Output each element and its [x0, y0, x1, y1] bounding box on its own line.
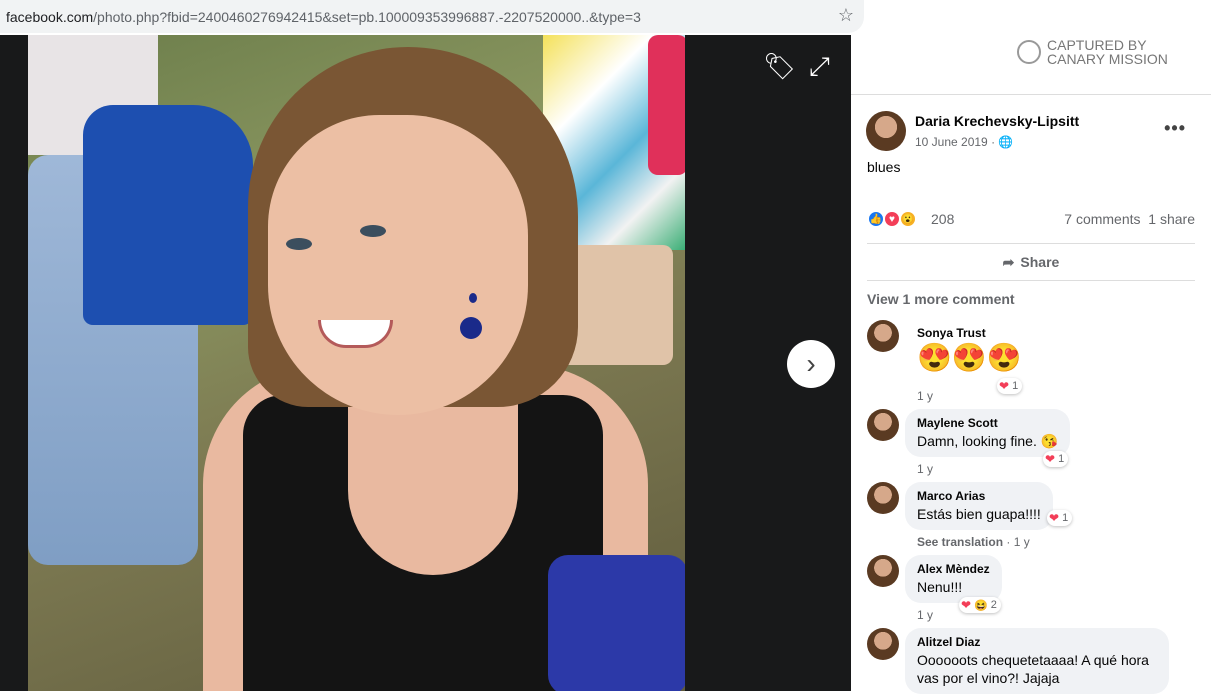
comment: Maylene Scott Damn, looking fine. 😘 ❤ 1 1… — [867, 409, 1197, 479]
commenter-name[interactable]: Alex Mèndez — [917, 562, 990, 576]
share-button[interactable]: ➦ Share — [867, 243, 1195, 281]
commenter-avatar[interactable] — [867, 320, 899, 352]
comment-text: Oooooots chequetetaaaa! A qué hora vas p… — [917, 652, 1149, 686]
canary-logo-icon — [1017, 40, 1041, 64]
comments-shares[interactable]: 7 comments 1 share — [1064, 211, 1195, 227]
commenter-name[interactable]: Sonya Trust — [917, 326, 1022, 340]
author-avatar[interactable] — [866, 111, 906, 151]
expand-icon[interactable]: ⤢ — [809, 51, 830, 83]
wow-icon: 😮 — [899, 210, 917, 228]
comment-reactions[interactable]: ❤ 1 — [1047, 510, 1073, 526]
comment-text: 😍😍😍 — [917, 342, 1022, 373]
comment-text: Nenu!!! — [917, 579, 963, 595]
commenter-avatar[interactable] — [867, 482, 899, 514]
commenter-name[interactable]: Alitzel Diaz — [917, 635, 1157, 649]
more-icon[interactable]: ••• — [1164, 118, 1186, 139]
photo-viewer: 🏷 ⤢ › — [0, 35, 851, 691]
comment-reactions[interactable]: ❤ 1 — [997, 378, 1023, 394]
comment: Alex Mèndez Nenu!!! ❤ 😆 2 1 y — [867, 555, 1197, 625]
top-strip — [864, 0, 1211, 35]
post-stats: 👍 ♥ 😮 208 7 comments 1 share — [867, 208, 1195, 230]
globe-icon: 🌐 — [998, 135, 1014, 149]
comment-reactions[interactable]: ❤ 1 — [1043, 451, 1069, 467]
next-arrow-icon[interactable]: › — [787, 340, 835, 388]
star-icon[interactable]: ☆ — [838, 5, 854, 26]
comment-bubble: Maylene Scott Damn, looking fine. 😘 — [905, 409, 1071, 457]
photo-subject — [268, 115, 528, 415]
comment-meta: See translation · 1 y — [917, 535, 1030, 549]
url-path: /photo.php?fbid=2400460276942415&set=pb.… — [93, 8, 641, 25]
watermark-line1: CAPTURED BY — [1047, 37, 1147, 53]
comment-reactions[interactable]: ❤ 😆 2 — [959, 597, 1001, 613]
post-date[interactable]: 10 June 2019 · 🌐 — [915, 135, 1013, 149]
love-icon: ❤ — [999, 379, 1010, 393]
comment-bubble: Sonya Trust 😍😍😍 — [905, 320, 1034, 380]
share-icon: ➦ — [1002, 253, 1015, 270]
tag-icon[interactable]: 🏷 — [763, 51, 796, 82]
panel-top-divider — [851, 85, 1211, 95]
address-bar[interactable]: facebook.com/photo.php?fbid=240046027694… — [0, 0, 864, 33]
view-more-comments[interactable]: View 1 more comment — [867, 291, 1015, 307]
comment-bubble: Marco Arias Estás bien guapa!!!! — [905, 482, 1053, 530]
share-label: Share — [1020, 254, 1060, 270]
comment-time[interactable]: 1 y — [917, 389, 933, 403]
comment: Alitzel Diaz Oooooots chequetetaaaa! A q… — [867, 628, 1197, 694]
comment-time[interactable]: 1 y — [917, 608, 933, 622]
photo — [28, 35, 685, 691]
comment-bubble: Alitzel Diaz Oooooots chequetetaaaa! A q… — [905, 628, 1169, 694]
comment: Sonya Trust 😍😍😍 ❤ 1 1 y — [867, 320, 1197, 403]
watermark-line2: CANARY MISSION — [1047, 51, 1168, 67]
post-caption: blues — [867, 159, 901, 175]
haha-icon: 😆 — [974, 599, 988, 612]
love-icon: ❤ — [1049, 511, 1060, 525]
comment-time[interactable]: 1 y — [1014, 535, 1030, 549]
post-header: Daria Krechevsky-Lipsitt 10 June 2019 · … — [866, 110, 1196, 154]
commenter-name[interactable]: Maylene Scott — [917, 416, 1058, 430]
reaction-count[interactable]: 208 — [931, 211, 954, 227]
comment-bubble: Alex Mèndez Nenu!!! — [905, 555, 1002, 603]
love-icon: ❤ — [1045, 452, 1056, 466]
see-translation-link[interactable]: See translation — [917, 535, 1003, 549]
commenter-name[interactable]: Marco Arias — [917, 489, 1041, 503]
comment: Marco Arias Estás bien guapa!!!! ❤ 1 See … — [867, 482, 1197, 552]
watermark: CAPTURED BY CANARY MISSION — [1017, 38, 1168, 66]
commenter-avatar[interactable] — [867, 628, 899, 660]
commenter-avatar[interactable] — [867, 409, 899, 441]
love-icon: ❤ — [961, 598, 972, 612]
commenter-avatar[interactable] — [867, 555, 899, 587]
comment-text: Estás bien guapa!!!! — [917, 506, 1041, 522]
comment-time[interactable]: 1 y — [917, 462, 933, 476]
comment-text: Damn, looking fine. 😘 — [917, 433, 1059, 449]
url-host: facebook.com — [6, 8, 94, 25]
reaction-icons[interactable]: 👍 ♥ 😮 — [867, 210, 917, 228]
author-name[interactable]: Daria Krechevsky-Lipsitt — [915, 113, 1079, 129]
